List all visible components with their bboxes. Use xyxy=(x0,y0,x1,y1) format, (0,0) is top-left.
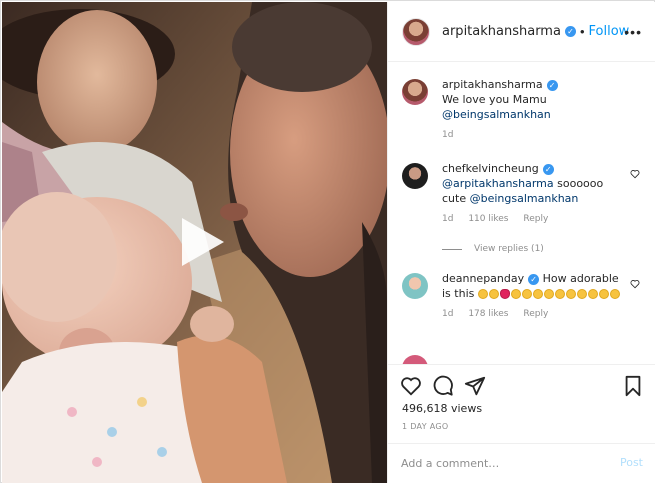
comment-text: We love you Mamu xyxy=(442,93,547,106)
comment-username[interactable]: deannepanday xyxy=(442,272,524,285)
heart-icon[interactable] xyxy=(400,375,422,397)
emoji-icon xyxy=(554,289,565,299)
mention-link[interactable]: @beingsalmankhan xyxy=(470,192,579,205)
comment-meta: 1d 178 likes Reply xyxy=(442,309,642,319)
comment-input[interactable] xyxy=(401,454,601,472)
view-count[interactable]: 496,618 views xyxy=(402,402,482,415)
comment-username[interactable]: chefkelvincheung xyxy=(442,162,539,175)
more-icon[interactable]: ••• xyxy=(624,24,642,40)
comment-time[interactable]: 1d xyxy=(442,214,453,224)
video-player[interactable] xyxy=(2,2,387,483)
comment-item: chefkelvincheung ✓ @arpitakhansharma sooo… xyxy=(402,161,642,224)
comments-list[interactable]: arpitakhansharma ✓ We love you Mamu @bein… xyxy=(388,63,655,364)
post-author-username[interactable]: arpitakhansharma xyxy=(442,24,561,39)
avatar[interactable] xyxy=(402,79,428,105)
heart-icon[interactable] xyxy=(630,169,640,179)
avatar[interactable] xyxy=(402,273,428,299)
emoji-icon xyxy=(477,289,488,299)
verified-badge-icon: ✓ xyxy=(528,273,540,285)
comment-likes[interactable]: 178 likes xyxy=(468,309,508,319)
emoji-row xyxy=(477,287,621,300)
emoji-icon xyxy=(609,289,620,299)
comment-time[interactable]: 1d xyxy=(442,130,453,140)
reply-button[interactable]: Reply xyxy=(523,309,548,319)
comment-time[interactable]: 1d xyxy=(442,309,453,319)
heart-emoji-icon xyxy=(499,289,510,299)
bookmark-icon[interactable] xyxy=(622,375,644,397)
comment-username[interactable]: arpitakhansharma xyxy=(442,78,543,91)
comment-meta: 1d xyxy=(442,130,642,140)
emoji-icon xyxy=(565,289,576,299)
comment-meta: 1d 110 likes Reply xyxy=(442,214,642,224)
caption-comment: arpitakhansharma ✓ We love you Mamu @bein… xyxy=(402,77,642,140)
post-timestamp[interactable]: 1 DAY AGO xyxy=(402,422,448,431)
separator-dot: • xyxy=(579,24,585,39)
comment-item: deannepanday ✓ How adorable is this 1d 17… xyxy=(402,271,642,319)
action-icons xyxy=(400,375,644,399)
post-button[interactable]: Post xyxy=(620,456,643,469)
comment-icon[interactable] xyxy=(432,375,454,397)
heart-icon[interactable] xyxy=(630,279,640,289)
mention-link[interactable]: @beingsalmankhan xyxy=(442,108,551,121)
emoji-icon xyxy=(543,289,554,299)
emoji-icon xyxy=(598,289,609,299)
post-side-panel: arpitakhansharma ✓ • Follow ••• arpitakh… xyxy=(387,2,655,483)
emoji-icon xyxy=(532,289,543,299)
add-comment-bar: Post xyxy=(388,443,655,483)
mention-link[interactable]: @arpitakhansharma xyxy=(442,177,554,190)
avatar[interactable] xyxy=(402,355,428,364)
follow-button[interactable]: Follow xyxy=(589,24,630,39)
post-header: arpitakhansharma ✓ • Follow ••• xyxy=(388,2,655,62)
view-replies-label[interactable]: View replies (1) xyxy=(474,244,544,254)
avatar[interactable] xyxy=(402,163,428,189)
comment-likes[interactable]: 110 likes xyxy=(468,214,508,224)
post-actions: 496,618 views 1 DAY AGO Post xyxy=(388,364,655,484)
share-icon[interactable] xyxy=(464,375,486,397)
verified-badge-icon: ✓ xyxy=(564,26,576,37)
avatar[interactable] xyxy=(402,17,430,46)
view-replies-button[interactable]: View replies (1) xyxy=(442,244,544,254)
instagram-post-window: arpitakhansharma ✓ • Follow ••• arpitakh… xyxy=(0,0,655,483)
verified-badge-icon: ✓ xyxy=(546,79,558,91)
divider xyxy=(442,248,462,250)
verified-badge-icon: ✓ xyxy=(542,163,554,175)
play-icon[interactable] xyxy=(172,214,228,270)
reply-button[interactable]: Reply xyxy=(523,214,548,224)
emoji-icon xyxy=(488,289,499,299)
emoji-icon xyxy=(510,289,521,299)
emoji-icon xyxy=(576,289,587,299)
emoji-icon xyxy=(521,289,532,299)
emoji-icon xyxy=(587,289,598,299)
